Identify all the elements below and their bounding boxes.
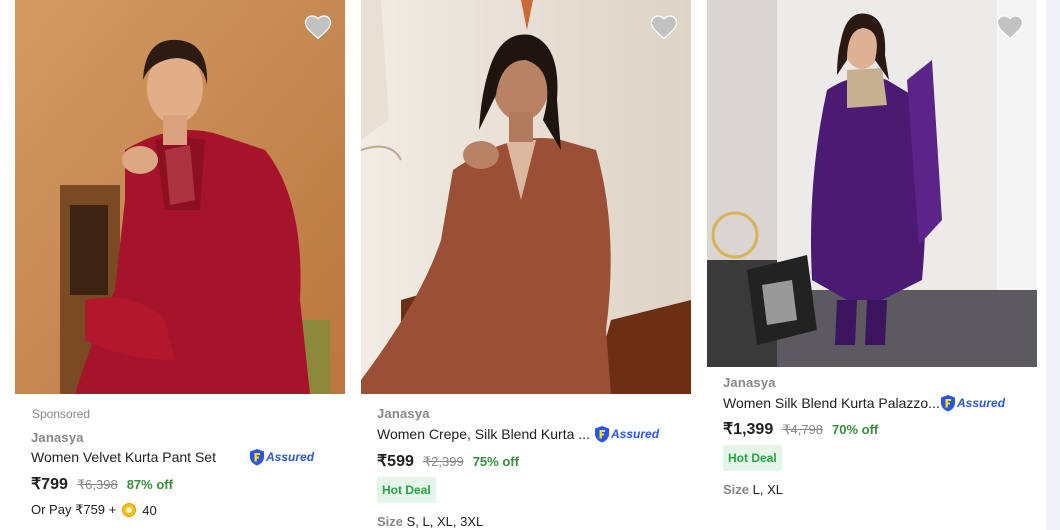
heart-icon[interactable] (995, 12, 1025, 40)
original-price: ₹4,798 (782, 422, 824, 437)
product-card-2[interactable]: Janasya Women Crepe, Silk Blend Kurta ..… (361, 0, 693, 530)
pay-later-text: Or Pay ₹759 + (31, 502, 117, 517)
product-card-1[interactable]: Sponsored Janasya Women Velvet Kurta Pan… (15, 0, 347, 530)
heart-icon[interactable] (649, 12, 679, 40)
brand-name: Janasya (723, 375, 776, 390)
assured-shield-icon (595, 426, 609, 443)
assured-text: Assured (957, 396, 1006, 410)
sponsored-label: Sponsored (32, 407, 91, 421)
heart-icon[interactable] (303, 12, 333, 40)
discount-percent: 70% off (832, 422, 879, 437)
assured-shield-icon (250, 449, 264, 466)
assured-badge: Assured (940, 394, 1005, 412)
selling-price: ₹599 (377, 453, 414, 470)
product-title[interactable]: Women Silk Blend Kurta Palazzo... (723, 395, 940, 411)
price-row: ₹599 ₹2,399 75% off (377, 451, 519, 471)
hot-deal-badge: Hot Deal (377, 477, 436, 503)
hot-deal-badge: Hot Deal (723, 445, 782, 471)
supercoin-icon (122, 503, 137, 517)
product-card-3[interactable]: Janasya Women Silk Blend Kurta Palazzo..… (707, 0, 1039, 530)
assured-shield-icon (941, 395, 955, 412)
woman-red-velvet-kurta-photo-icon (15, 0, 345, 394)
assured-text: Assured (266, 450, 315, 464)
pay-with-coins-row: Or Pay ₹759 + 40 (31, 502, 157, 518)
original-price: ₹2,399 (422, 454, 464, 469)
product-title[interactable]: Women Velvet Kurta Pant Set (31, 449, 216, 465)
product-image[interactable] (707, 0, 1037, 367)
brand-name: Janasya (31, 430, 84, 445)
original-price: ₹6,398 (76, 477, 118, 492)
woman-rust-silk-kurta-photo-icon (361, 0, 691, 394)
coin-count: 40 (142, 502, 157, 518)
size-label: Size (377, 514, 404, 529)
size-values: S, L, XL, 3XL (406, 514, 484, 529)
product-image[interactable] (15, 0, 345, 394)
assured-badge: Assured (594, 425, 659, 443)
assured-badge: Assured (249, 448, 314, 466)
price-row: ₹799 ₹6,398 87% off (31, 474, 173, 494)
size-row: Size S, L, XL, 3XL (377, 514, 483, 529)
size-values: L, XL (752, 482, 783, 497)
selling-price: ₹1,399 (723, 421, 774, 438)
product-image[interactable] (361, 0, 691, 394)
page-edge-strip (1046, 0, 1060, 530)
woman-purple-kurta-palazzo-photo-icon (707, 0, 1037, 367)
brand-name: Janasya (377, 406, 430, 421)
size-label: Size (723, 482, 750, 497)
product-title[interactable]: Women Crepe, Silk Blend Kurta ... (377, 426, 590, 442)
discount-percent: 75% off (472, 454, 519, 469)
price-row: ₹1,399 ₹4,798 70% off (723, 419, 878, 439)
size-row: Size L, XL (723, 482, 783, 497)
selling-price: ₹799 (31, 476, 68, 493)
assured-text: Assured (611, 427, 660, 441)
discount-percent: 87% off (126, 477, 173, 492)
